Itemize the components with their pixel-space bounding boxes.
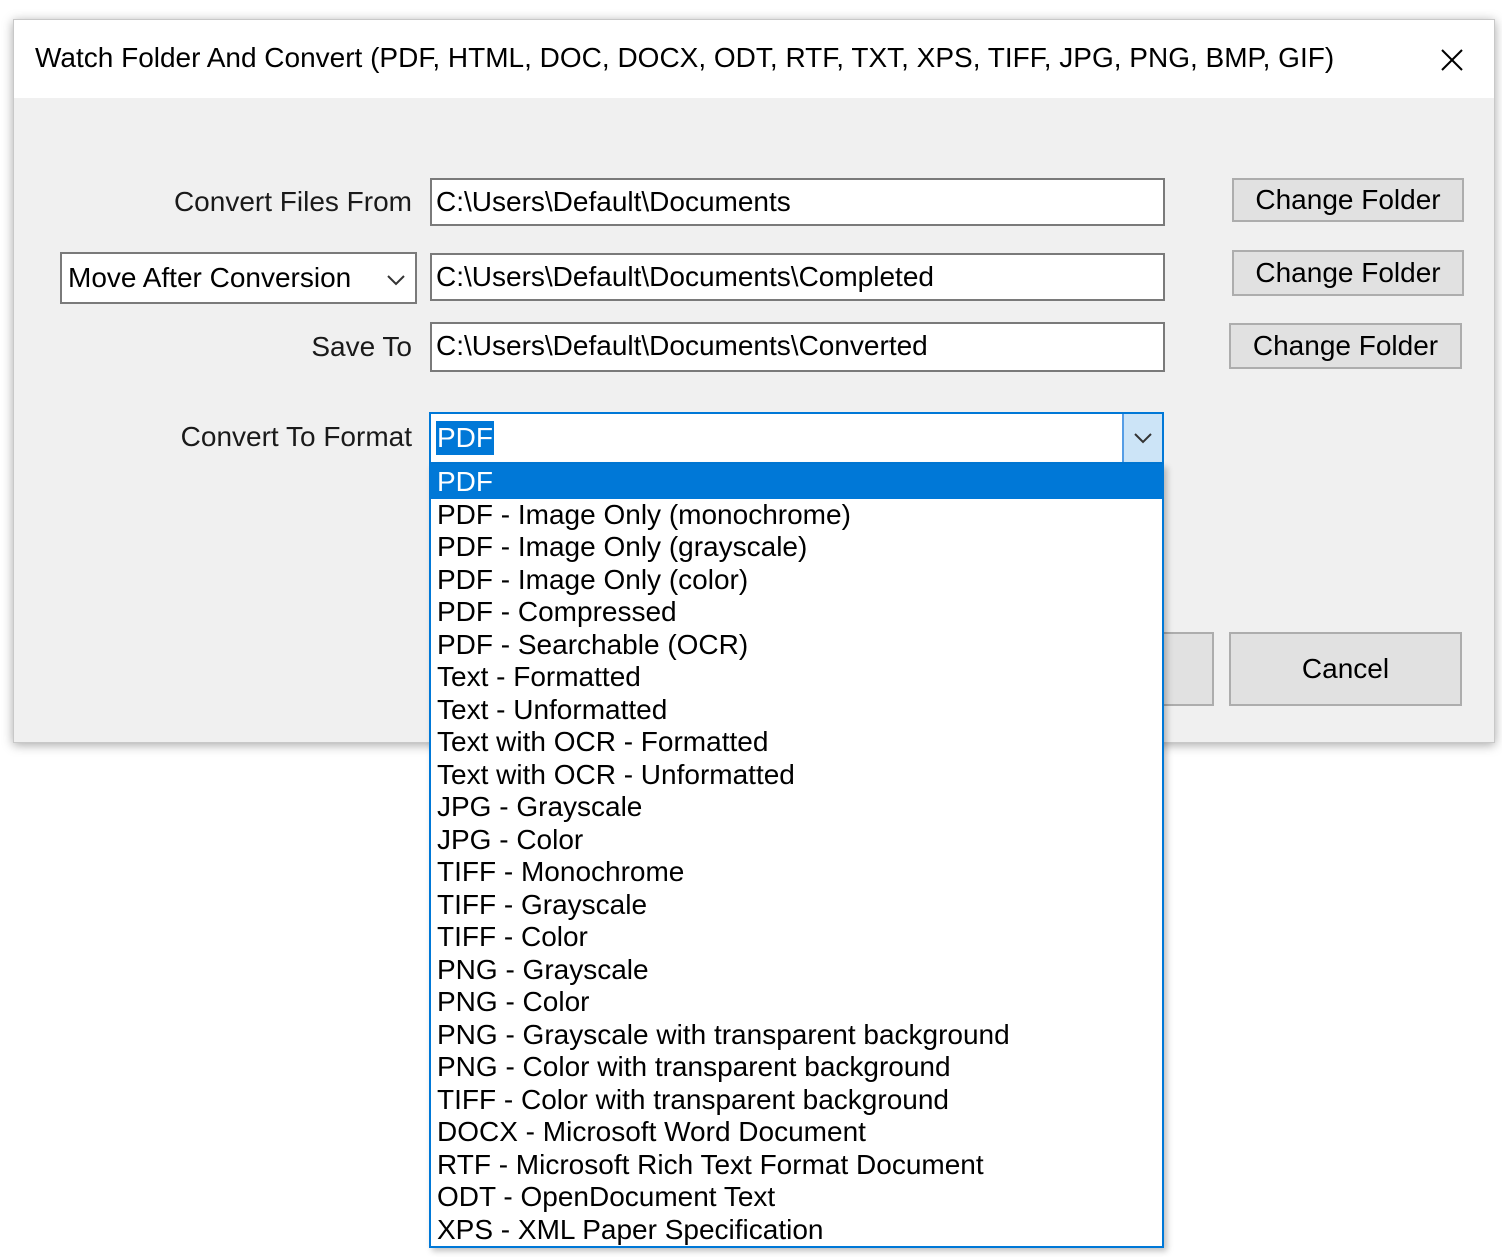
close-icon [1441, 49, 1463, 71]
format-option[interactable]: PDF [431, 466, 1162, 499]
convert-from-input[interactable]: C:\Users\Default\Documents [430, 178, 1165, 226]
format-option[interactable]: Text with OCR - Formatted [431, 726, 1162, 759]
format-option[interactable]: JPG - Color [431, 824, 1162, 857]
format-option[interactable]: TIFF - Color [431, 921, 1162, 954]
chevron-down-icon [1134, 433, 1152, 444]
after-conversion-folder-input[interactable]: C:\Users\Default\Documents\Completed [430, 253, 1165, 301]
format-option[interactable]: TIFF - Grayscale [431, 889, 1162, 922]
title-bar: Watch Folder And Convert (PDF, HTML, DOC… [14, 20, 1494, 98]
format-option[interactable]: PDF - Image Only (monochrome) [431, 499, 1162, 532]
format-option[interactable]: Text - Unformatted [431, 694, 1162, 727]
change-folder-button-save[interactable]: Change Folder [1229, 323, 1462, 369]
format-option[interactable]: PDF - Image Only (color) [431, 564, 1162, 597]
format-option[interactable]: ODT - OpenDocument Text [431, 1181, 1162, 1214]
format-option[interactable]: DOCX - Microsoft Word Document [431, 1116, 1162, 1149]
convert-to-format-label: Convert To Format [180, 421, 412, 452]
cancel-button[interactable]: Cancel [1229, 632, 1462, 706]
format-option[interactable]: PNG - Color [431, 986, 1162, 1019]
format-option[interactable]: XPS - XML Paper Specification [431, 1214, 1162, 1247]
close-button[interactable] [1418, 32, 1486, 88]
window-title: Watch Folder And Convert (PDF, HTML, DOC… [35, 42, 1335, 73]
chevron-down-icon [385, 266, 407, 298]
convert-from-label: Convert Files From [173, 186, 412, 217]
format-select[interactable]: PDF [429, 412, 1164, 464]
format-option[interactable]: PDF - Searchable (OCR) [431, 629, 1162, 662]
format-option[interactable]: Text - Formatted [431, 661, 1162, 694]
format-option[interactable]: PNG - Color with transparent background [431, 1051, 1162, 1084]
format-option[interactable]: Text with OCR - Unformatted [431, 759, 1162, 792]
after-conversion-selected: Move After Conversion [68, 262, 352, 293]
format-option[interactable]: TIFF - Color with transparent background [431, 1084, 1162, 1117]
format-option[interactable]: PNG - Grayscale with transparent backgro… [431, 1019, 1162, 1052]
format-dropdown-button[interactable] [1122, 414, 1162, 462]
format-selected-value: PDF [436, 421, 494, 455]
change-folder-button-completed[interactable]: Change Folder [1232, 250, 1464, 296]
format-option[interactable]: PDF - Compressed [431, 596, 1162, 629]
format-option[interactable]: PNG - Grayscale [431, 954, 1162, 987]
format-options-list[interactable]: PDF PDF - Image Only (monochrome) PDF - Im… [429, 464, 1164, 1248]
save-to-label: Save To [311, 331, 412, 362]
format-option[interactable]: TIFF - Monochrome [431, 856, 1162, 889]
change-folder-button-source[interactable]: Change Folder [1232, 178, 1464, 222]
format-option[interactable]: PDF - Image Only (grayscale) [431, 531, 1162, 564]
save-to-input[interactable]: C:\Users\Default\Documents\Converted [430, 322, 1165, 372]
format-option[interactable]: JPG - Grayscale [431, 791, 1162, 824]
format-option[interactable]: RTF - Microsoft Rich Text Format Documen… [431, 1149, 1162, 1182]
after-conversion-select[interactable]: Move After Conversion [60, 252, 417, 304]
